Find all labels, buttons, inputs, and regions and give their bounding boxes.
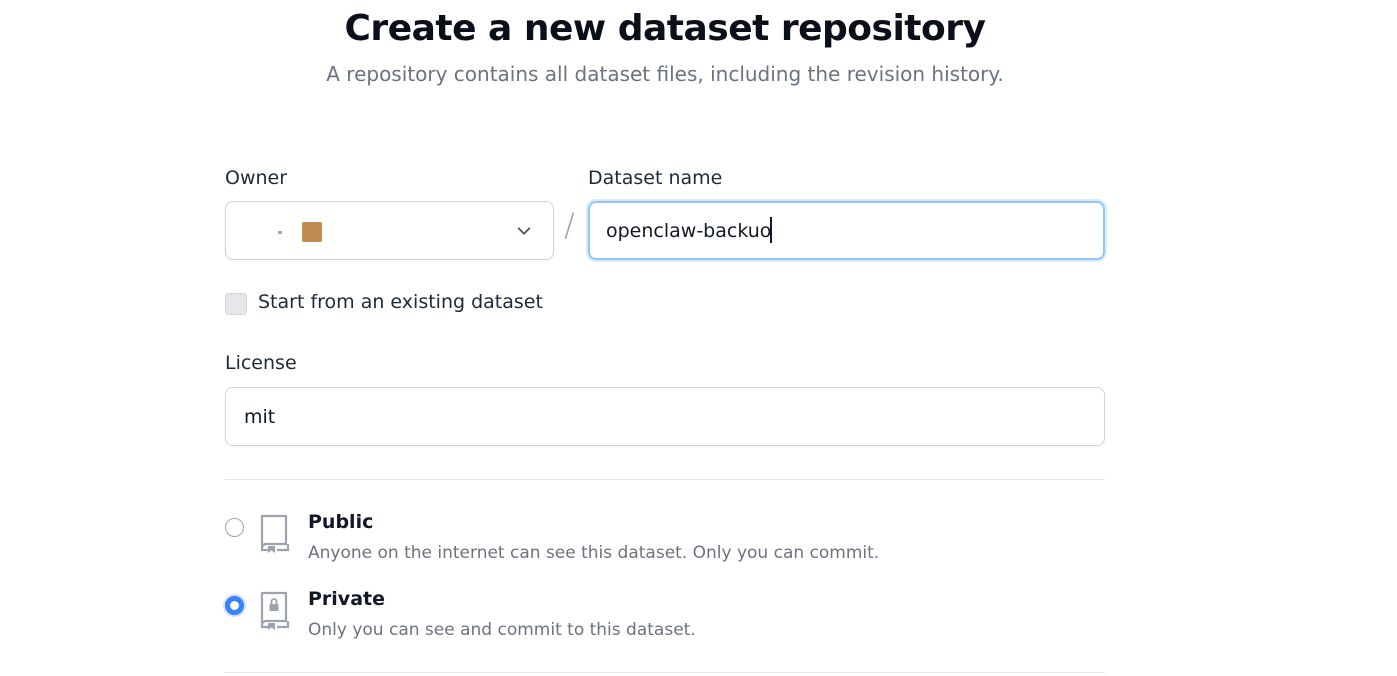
existing-dataset-label[interactable]: Start from an existing dataset	[258, 291, 543, 313]
visibility-public-radio[interactable]	[225, 518, 244, 537]
visibility-public-title: Public	[308, 511, 374, 533]
text-caret	[770, 217, 772, 243]
owner-label: Owner	[225, 167, 288, 189]
visibility-private-description: Only you can see and commit to this data…	[308, 620, 696, 640]
existing-dataset-checkbox[interactable]	[225, 293, 247, 315]
license-label: License	[225, 352, 297, 374]
divider	[225, 672, 1105, 673]
visibility-public-description: Anyone on the internet can see this data…	[308, 543, 880, 563]
visibility-private-radio[interactable]	[225, 596, 244, 615]
private-repo-lock-icon	[260, 591, 290, 630]
owner-name-separator: /	[564, 206, 575, 244]
owner-select[interactable]	[225, 201, 554, 260]
create-dataset-page: Create a new dataset repository A reposi…	[0, 0, 1397, 676]
repo-book-icon	[260, 514, 290, 553]
divider	[225, 479, 1105, 480]
chevron-down-icon	[517, 227, 531, 235]
visibility-private-title: Private	[308, 588, 385, 610]
dataset-name-input[interactable]	[588, 201, 1105, 260]
owner-name	[278, 231, 282, 234]
create-dataset-form: Owner / Dataset name Start from an exist…	[225, 0, 1105, 676]
dataset-name-label: Dataset name	[588, 167, 723, 189]
license-input[interactable]	[225, 387, 1105, 446]
owner-avatar	[302, 222, 322, 242]
